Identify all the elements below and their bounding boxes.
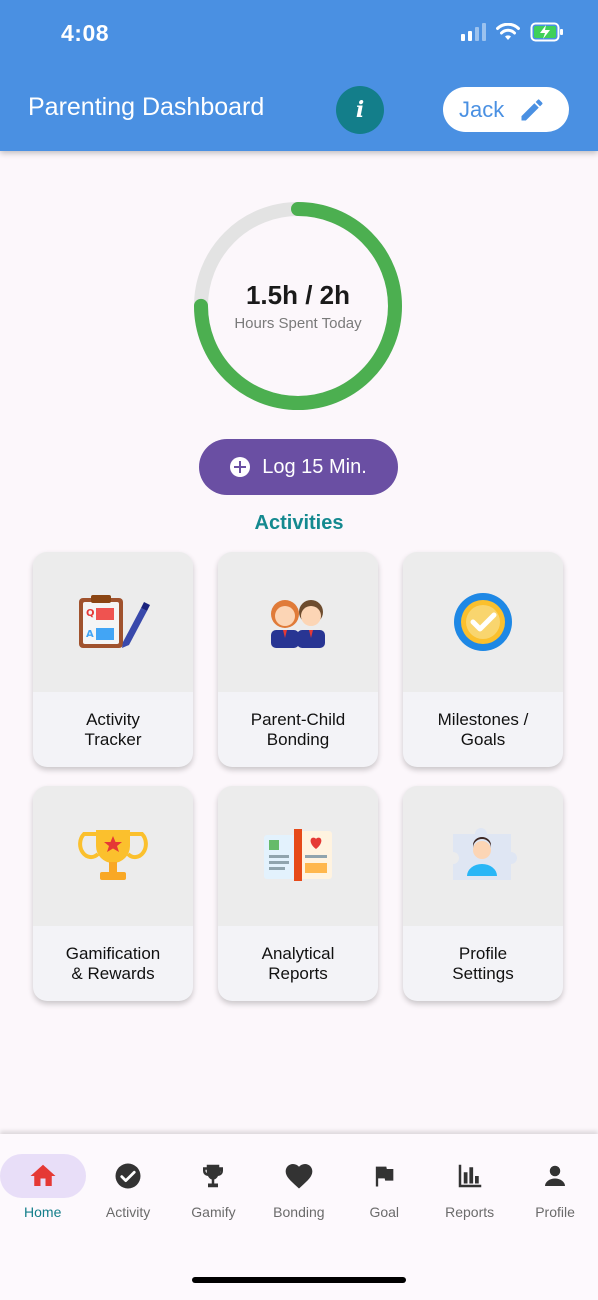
progress-text: 1.5h / 2h Hours Spent Today: [191, 280, 405, 332]
home-indicator: [192, 1277, 406, 1283]
flag-icon: [376, 1166, 394, 1187]
nav-gamify[interactable]: Gamify: [171, 1154, 256, 1220]
bar-chart-icon: [458, 1164, 481, 1188]
card-label: Milestones / Goals: [437, 709, 529, 749]
nav-home[interactable]: Home: [0, 1154, 86, 1220]
battery-charging-icon: [530, 22, 563, 42]
wifi-icon: [496, 23, 520, 40]
app-header: 4:08 Parenting Dashboard i Jack: [0, 0, 598, 151]
nav-reports[interactable]: Reports: [427, 1154, 512, 1220]
trophy-icon: [203, 1164, 224, 1188]
nav-goal[interactable]: Goal: [342, 1154, 427, 1220]
trophy-icon: [78, 830, 148, 880]
heart-icon: [285, 1164, 313, 1189]
info-icon: i: [355, 97, 365, 123]
nav-label: Activity: [105, 1204, 151, 1220]
card-analytical-reports[interactable]: Analytical Reports: [218, 786, 378, 1001]
check-circle-icon: [115, 1163, 141, 1189]
hours-value: 1.5h / 2h: [245, 280, 351, 310]
info-button[interactable]: i: [336, 86, 384, 134]
status-time: 4:08: [61, 20, 110, 46]
bottom-navigation: Home Activity Gamify Bonding Goal Report…: [0, 1134, 598, 1300]
log-button-label: Log 15 Min.: [262, 455, 367, 478]
activities-grid: Q A Activity Tracker Parent-Child Bondin…: [33, 552, 565, 1001]
nav-label: Profile: [535, 1204, 575, 1220]
svg-text:Q: Q: [86, 608, 95, 619]
user-name: Jack: [459, 96, 505, 122]
nav-bonding[interactable]: Bonding: [256, 1154, 341, 1220]
add-circle-icon: [230, 457, 251, 477]
page-title: Parenting Dashboard: [28, 93, 265, 121]
card-gamification-rewards[interactable]: Gamification & Rewards: [33, 786, 193, 1001]
nav-label: Gamify: [191, 1204, 236, 1220]
cellular-signal-icon: [461, 23, 486, 41]
profile-puzzle-icon: [453, 828, 517, 880]
nav-profile[interactable]: Profile: [512, 1154, 597, 1220]
edit-pencil-icon: [521, 98, 543, 120]
clipboard-icon: Q A: [79, 595, 150, 648]
card-label: Profile Settings: [452, 943, 514, 983]
log-15-min-button[interactable]: Log 15 Min.: [199, 439, 398, 495]
person-icon: [545, 1165, 566, 1186]
user-profile-chip[interactable]: Jack: [443, 87, 569, 132]
card-activity-tracker[interactable]: Q A Activity Tracker: [33, 552, 193, 767]
nav-activity[interactable]: Activity: [85, 1154, 170, 1220]
card-milestones-goals[interactable]: Milestones / Goals: [403, 552, 563, 767]
card-label: Activity Tracker: [84, 709, 142, 749]
hours-caption: Hours Spent Today: [234, 315, 362, 332]
card-label: Parent-Child Bonding: [250, 709, 346, 749]
card-label: Gamification & Rewards: [65, 943, 161, 983]
card-parent-child-bonding[interactable]: Parent-Child Bonding: [218, 552, 378, 767]
card-label: Analytical Reports: [261, 943, 335, 983]
nav-label: Home: [24, 1204, 62, 1220]
home-icon: [30, 1164, 56, 1186]
report-book-icon: [264, 829, 332, 881]
activities-title: Activities: [254, 512, 344, 534]
status-icons: [461, 22, 564, 42]
card-profile-settings[interactable]: Profile Settings: [403, 786, 563, 1001]
nav-label: Reports: [445, 1204, 495, 1220]
svg-text:A: A: [86, 629, 94, 640]
kids-icon: [271, 600, 325, 648]
nav-label: Goal: [369, 1204, 400, 1220]
nav-label: Bonding: [273, 1204, 325, 1220]
badge-check-icon: [454, 593, 512, 651]
